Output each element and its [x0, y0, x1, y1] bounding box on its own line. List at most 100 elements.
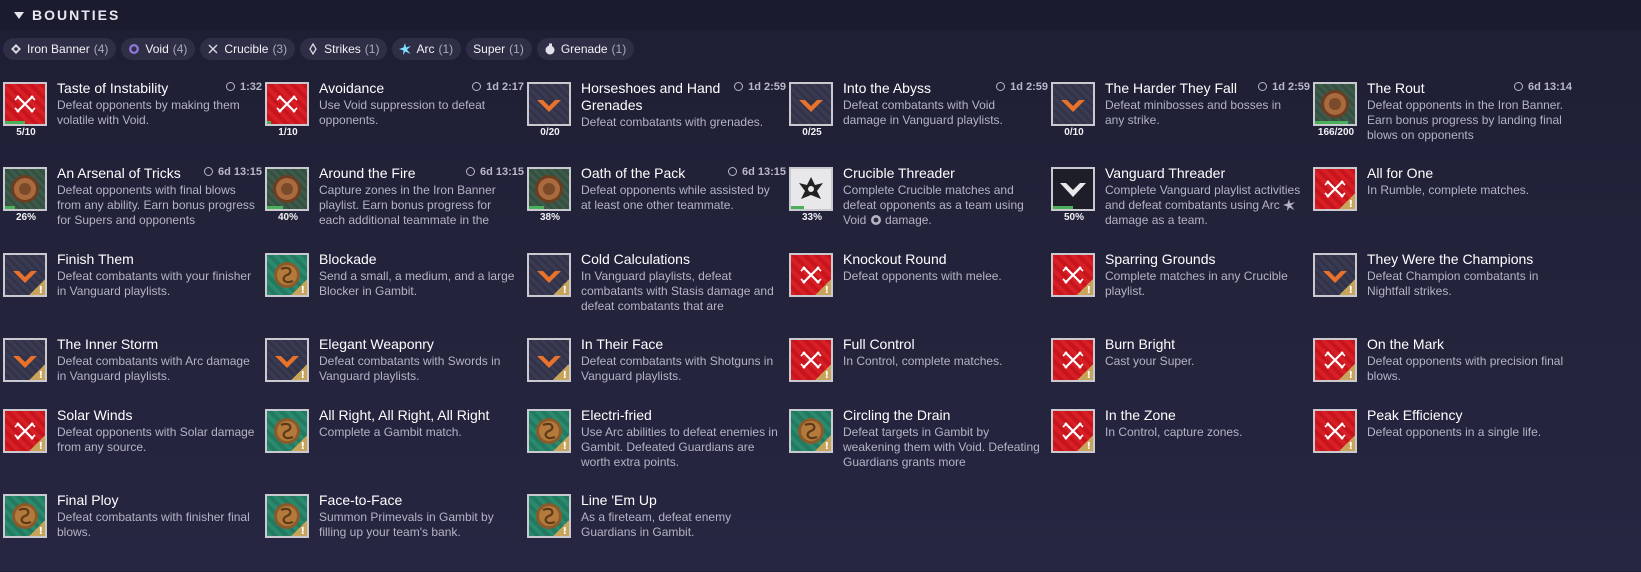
progress-bar — [267, 206, 283, 209]
bounty-timer: 6d 13:15 — [217, 166, 262, 178]
bounty-card[interactable]: ! Final Ploy Defeat combatants with finish… — [0, 492, 262, 572]
bounty-description-text: damage. — [885, 213, 932, 227]
vanguard-icon: ! — [527, 338, 571, 382]
bounty-card[interactable]: 0/20 Horseshoes and Hand Grenades 1d 2:59 D… — [524, 80, 786, 160]
bounty-card[interactable]: 26% An Arsenal of Tricks 6d 13:15 Defeat op… — [0, 165, 262, 245]
bounty-description: Defeat combatants with grenades. — [581, 115, 764, 129]
bounty-card[interactable]: ! Solar Winds Defeat opponents with Solar … — [0, 407, 262, 487]
bounty-card[interactable]: ! In Their Face Defeat combatants with Sho… — [524, 336, 786, 416]
progress-label: 50% — [1063, 212, 1084, 223]
bounty-card[interactable]: ! Finish Them Defeat combatants with your … — [0, 251, 262, 331]
bounty-card[interactable]: ! Sparring Grounds Complete matches in any… — [1048, 251, 1310, 331]
bounty-description: Defeat opponents with precision final bl… — [1367, 354, 1564, 383]
bounty-description: Defeat opponents with melee. — [843, 269, 1002, 283]
bounty-card[interactable]: 1/10 Avoidance 1d 2:17 Use Void suppression… — [262, 80, 524, 160]
expiring-warning-icon: ! — [290, 434, 307, 451]
bounty-card[interactable]: 50% Vanguard Threader Complete Vanguard pl… — [1048, 165, 1310, 245]
bounty-title: Into the Abyss — [843, 80, 931, 96]
iron-banner-icon — [1313, 82, 1357, 126]
clock-icon — [1258, 82, 1268, 91]
bounty-title: In Their Face — [581, 336, 664, 352]
bounty-title: The Harder They Fall — [1105, 80, 1238, 96]
bounty-description: Defeat opponents while assisted by at le… — [581, 183, 770, 212]
bounty-title: Crucible Threader — [843, 165, 955, 181]
gambit-icon: ! — [3, 494, 47, 538]
bounty-card[interactable]: ! Full Control In Control, complete matche… — [786, 336, 1048, 416]
expiring-warning-icon: ! — [552, 519, 569, 536]
bounty-description: Defeat Champion combatants in Nightfall … — [1367, 269, 1539, 298]
bounty-card[interactable]: ! The Inner Storm Defeat combatants with A… — [0, 336, 262, 416]
expiring-warning-icon: ! — [1338, 192, 1355, 209]
bounty-title: Solar Winds — [57, 407, 133, 423]
bounty-timer: 1d 2:59 — [1010, 81, 1048, 93]
bounty-card[interactable]: ! Cold Calculations In Vanguard playlists,… — [524, 251, 786, 331]
bounty-description: Complete Vanguard playlist activities an… — [1105, 183, 1303, 228]
bounty-description: In Vanguard playlists, defeat combatants… — [581, 269, 774, 313]
bounty-card[interactable]: ! They Were the Champions Defeat Champion … — [1310, 251, 1572, 331]
bounty-card[interactable]: ! Elegant Weaponry Defeat combatants with … — [262, 336, 524, 416]
crucible-icon: ! — [1313, 167, 1357, 211]
bounty-card[interactable]: ! Face-to-Face Summon Primevals in Gambit … — [262, 492, 524, 572]
bounty-timer: 1d 2:59 — [1272, 81, 1310, 93]
bounty-card[interactable]: 38% Oath of the Pack 6d 13:15 Defeat oppone… — [524, 165, 786, 245]
bounty-card[interactable]: ! Burn Bright Cast your Super. — [1048, 336, 1310, 416]
clock-icon — [465, 167, 475, 176]
expiring-warning-icon: ! — [552, 278, 569, 295]
expiring-warning-icon: ! — [814, 434, 831, 451]
bounty-card[interactable]: 0/10 The Harder They Fall 1d 2:59 Defeat mi… — [1048, 80, 1310, 160]
bounty-card[interactable]: ! Peak Efficiency Defeat opponents in a si… — [1310, 407, 1572, 487]
clock-icon — [727, 167, 737, 176]
bounty-title: Line 'Em Up — [581, 492, 657, 508]
bounty-description: Capture zones in the Iron Banner playlis… — [319, 183, 496, 227]
bounty-description: Defeat combatants with Arc damage in Van… — [57, 354, 250, 383]
bounty-title: In the Zone — [1105, 407, 1176, 423]
bounty-card[interactable]: ! On the Mark Defeat opponents with precis… — [1310, 336, 1572, 416]
clock-icon — [1513, 82, 1523, 91]
bounty-description-text: Complete Vanguard playlist activities an… — [1105, 183, 1301, 212]
bounty-description: Defeat combatants with finisher final bl… — [57, 510, 250, 539]
vanguard-icon — [789, 82, 833, 126]
expiring-warning-icon: ! — [28, 363, 45, 380]
bounty-title: Final Ploy — [57, 492, 119, 508]
clock-icon — [996, 82, 1006, 91]
bounty-card[interactable]: 33% Crucible Threader Complete Crucible ma… — [786, 165, 1048, 245]
bounty-description: Defeat opponents in a single life. — [1367, 425, 1542, 439]
bounty-description-text: damage as a team. — [1105, 213, 1208, 227]
vanguard-threader-icon — [1051, 167, 1095, 211]
bounty-title: Full Control — [843, 336, 915, 352]
progress-label: 33% — [801, 212, 822, 223]
gambit-icon: ! — [527, 494, 571, 538]
bounty-card[interactable]: 166/200 The Rout 6d 13:14 Defeat opponents … — [1310, 80, 1572, 160]
bounty-card[interactable]: ! In the Zone In Control, capture zones. — [1048, 407, 1310, 487]
crucible-icon: ! — [789, 338, 833, 382]
crucible-icon — [3, 82, 47, 126]
bounty-grid: 5/10 Taste of Instability 1:32 Defeat oppon… — [0, 0, 1641, 571]
clock-icon — [203, 167, 213, 176]
bounty-card[interactable]: ! Blockade Send a small, a medium, and a l… — [262, 251, 524, 331]
bounty-card[interactable]: ! Electri-fried Use Arc abilities to defea… — [524, 407, 786, 487]
bounty-card[interactable]: ! All for One In Rumble, complete matches. — [1310, 165, 1572, 245]
vanguard-icon: ! — [527, 253, 571, 297]
bounty-title: Taste of Instability — [57, 80, 169, 96]
bounty-card[interactable]: ! Knockout Round Defeat opponents with mel… — [786, 251, 1048, 331]
iron-banner-icon — [3, 167, 47, 211]
bounty-card[interactable]: 5/10 Taste of Instability 1:32 Defeat oppon… — [0, 80, 262, 160]
crucible-icon: ! — [789, 253, 833, 297]
progress-label: 26% — [15, 212, 36, 223]
crucible-icon: ! — [1051, 409, 1095, 453]
bounty-description: Complete a Gambit match. — [319, 425, 462, 439]
gambit-icon: ! — [527, 409, 571, 453]
vanguard-icon: ! — [265, 338, 309, 382]
bounty-title: Knockout Round — [843, 251, 947, 267]
bounty-card[interactable]: ! Circling the Drain Defeat targets in Gam… — [786, 407, 1048, 487]
expiring-warning-icon: ! — [1338, 278, 1355, 295]
progress-label: 1/10 — [278, 127, 298, 138]
bounty-card[interactable]: ! All Right, All Right, All Right Complete… — [262, 407, 524, 487]
gambit-icon: ! — [265, 409, 309, 453]
crucible-icon: ! — [1051, 253, 1095, 297]
expiring-warning-icon: ! — [1076, 434, 1093, 451]
bounty-card[interactable]: 40% Around the Fire 6d 13:15 Capture zones … — [262, 165, 524, 245]
bounty-card[interactable]: ! Line 'Em Up As a fireteam, defeat enemy … — [524, 492, 786, 572]
bounty-card[interactable]: 0/25 Into the Abyss 1d 2:59 Defeat combatan… — [786, 80, 1048, 160]
progress-bar — [529, 206, 544, 209]
